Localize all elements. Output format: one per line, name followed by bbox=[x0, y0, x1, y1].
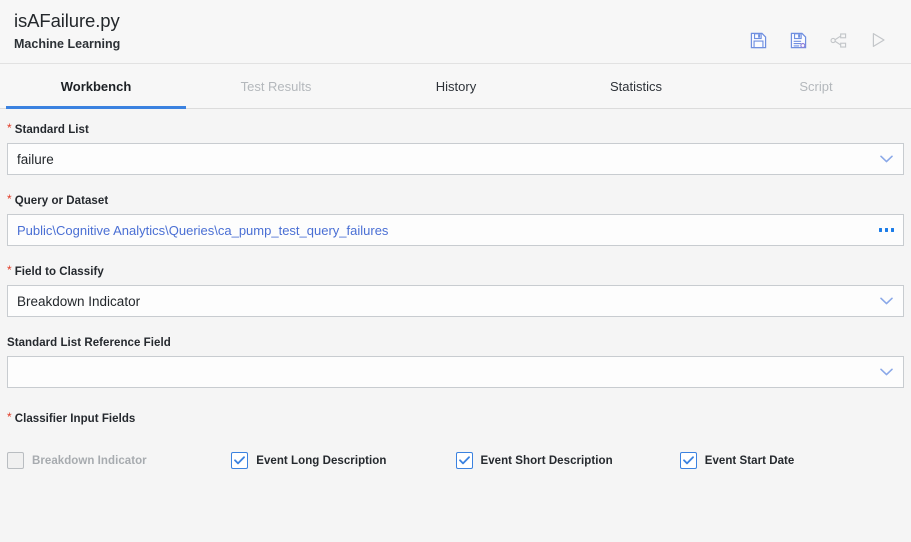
standard-list-reference-label-text: Standard List Reference Field bbox=[7, 337, 171, 349]
required-asterisk-icon: * bbox=[7, 192, 12, 206]
checkbox-event-start-date[interactable]: Event Start Date bbox=[679, 452, 904, 469]
tab-bar: Workbench Test Results History Statistic… bbox=[0, 63, 911, 109]
tab-script[interactable]: Script bbox=[726, 64, 906, 109]
checkbox-event-start-date-label: Event Start Date bbox=[704, 454, 795, 467]
checkbox-event-long-description[interactable]: Event Long Description bbox=[231, 452, 455, 469]
tab-statistics-label: Statistics bbox=[609, 79, 662, 94]
field-query-or-dataset: * Query or Dataset Public\Cognitive Anal… bbox=[7, 192, 904, 246]
query-or-dataset-input[interactable]: Public\Cognitive Analytics\Queries\ca_pu… bbox=[7, 214, 904, 246]
standard-list-value: failure bbox=[17, 151, 54, 167]
field-to-classify-label: * Field to Classify bbox=[7, 263, 904, 280]
header-titles: isAFailure.py Machine Learning bbox=[14, 6, 120, 53]
browse-ellipsis-icon[interactable] bbox=[878, 215, 894, 245]
classifier-input-fields-label-text: Classifier Input Fields bbox=[14, 413, 136, 425]
tab-script-label: Script bbox=[799, 79, 833, 94]
save-as-icon[interactable] bbox=[786, 28, 810, 52]
standard-list-label: * Standard List bbox=[7, 121, 904, 138]
checkbox-unchecked-icon[interactable] bbox=[7, 452, 24, 469]
checkbox-breakdown-indicator-label: Breakdown Indicator bbox=[32, 454, 147, 467]
page-title: isAFailure.py bbox=[14, 10, 120, 31]
checkbox-checked-icon[interactable] bbox=[679, 452, 697, 469]
standard-list-reference-label: Standard List Reference Field bbox=[7, 336, 904, 351]
checkbox-checked-icon[interactable] bbox=[455, 452, 473, 469]
field-field-to-classify: * Field to Classify Breakdown Indicator bbox=[7, 263, 904, 317]
standard-list-select[interactable]: failure bbox=[7, 143, 904, 175]
classifier-input-fields-label: * Classifier Input Fields bbox=[7, 410, 904, 427]
query-or-dataset-value: Public\Cognitive Analytics\Queries\ca_pu… bbox=[17, 222, 389, 238]
checkbox-event-short-description-label: Event Short Description bbox=[480, 454, 613, 467]
checkbox-event-short-description[interactable]: Event Short Description bbox=[455, 452, 680, 469]
workbench-form: * Standard List failure * Query or Datas… bbox=[0, 109, 911, 542]
tab-workbench-label: Workbench bbox=[60, 79, 132, 94]
checkbox-checked-icon[interactable] bbox=[231, 452, 249, 469]
tab-test-results[interactable]: Test Results bbox=[186, 64, 366, 109]
query-or-dataset-label: * Query or Dataset bbox=[7, 192, 904, 209]
query-or-dataset-label-text: Query or Dataset bbox=[14, 195, 109, 207]
page-header: isAFailure.py Machine Learning bbox=[0, 0, 911, 63]
field-to-classify-label-text: Field to Classify bbox=[14, 266, 104, 278]
tab-history[interactable]: History bbox=[366, 64, 546, 109]
required-asterisk-icon: * bbox=[7, 410, 12, 424]
tab-statistics[interactable]: Statistics bbox=[546, 64, 726, 109]
header-actions bbox=[746, 6, 897, 52]
checkbox-event-long-description-label: Event Long Description bbox=[256, 454, 387, 467]
field-classifier-input-fields: * Classifier Input Fields Breakdown Indi… bbox=[7, 410, 904, 469]
standard-list-reference-select[interactable] bbox=[7, 356, 904, 388]
field-standard-list: * Standard List failure bbox=[7, 121, 904, 175]
standard-list-label-text: Standard List bbox=[14, 124, 89, 136]
tab-test-results-label: Test Results bbox=[240, 79, 312, 94]
checkbox-breakdown-indicator[interactable]: Breakdown Indicator bbox=[7, 452, 231, 469]
field-to-classify-select[interactable]: Breakdown Indicator bbox=[7, 285, 904, 317]
page-subtitle: Machine Learning bbox=[14, 37, 121, 51]
chevron-down-icon[interactable] bbox=[880, 357, 893, 387]
save-icon[interactable] bbox=[746, 28, 770, 52]
share-icon[interactable] bbox=[826, 28, 850, 52]
field-standard-list-reference: Standard List Reference Field bbox=[7, 336, 904, 388]
required-asterisk-icon: * bbox=[7, 263, 12, 277]
run-icon[interactable] bbox=[866, 28, 890, 52]
tab-workbench[interactable]: Workbench bbox=[6, 64, 186, 109]
chevron-down-icon[interactable] bbox=[880, 286, 893, 316]
field-to-classify-value: Breakdown Indicator bbox=[17, 293, 141, 309]
ml-workbench-page: isAFailure.py Machine Learning Workbench… bbox=[0, 0, 911, 542]
classifier-input-fields-row: Breakdown Indicator Event Long Descripti… bbox=[7, 452, 904, 469]
required-asterisk-icon: * bbox=[7, 121, 12, 135]
tab-history-label: History bbox=[435, 79, 477, 94]
chevron-down-icon[interactable] bbox=[880, 144, 893, 174]
